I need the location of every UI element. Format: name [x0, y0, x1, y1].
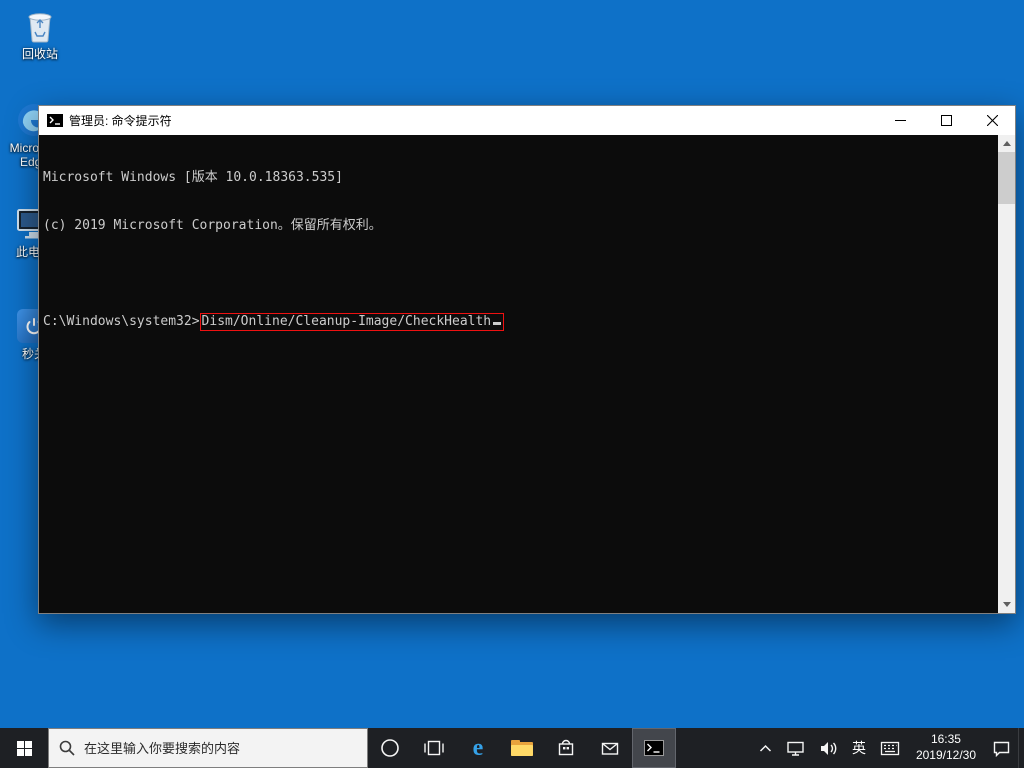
taskbar-search-box[interactable]	[48, 728, 368, 768]
system-tray: 英 16:35 2019/12/30	[752, 728, 1024, 768]
mail-icon	[601, 742, 619, 755]
maximize-button[interactable]	[923, 106, 969, 135]
cortana-button[interactable]	[368, 728, 412, 768]
windows-logo-icon	[16, 740, 32, 756]
input-language-indicator[interactable]: 英	[845, 728, 873, 768]
action-center-button[interactable]	[985, 728, 1018, 768]
desktop-icon-recycle-bin[interactable]: 回收站	[8, 8, 72, 61]
volume-button[interactable]	[812, 728, 845, 768]
start-button[interactable]	[0, 728, 48, 768]
cmd-icon	[644, 740, 664, 756]
edge-icon: e	[472, 735, 484, 761]
network-button[interactable]	[779, 728, 812, 768]
scrollbar-track[interactable]	[998, 152, 1015, 596]
notification-icon	[993, 741, 1010, 757]
window-title: 管理员: 命令提示符	[69, 114, 172, 128]
desktop: 回收站 Microsoft Edge 此电脑 秒关 管理员: 命令提示符 Mic…	[0, 0, 1024, 768]
console-line: Microsoft Windows [版本 10.0.18363.535]	[43, 170, 343, 185]
touch-keyboard-button[interactable]	[873, 728, 907, 768]
minimize-button[interactable]	[877, 106, 923, 135]
store-icon	[558, 739, 574, 756]
window-titlebar[interactable]: 管理员: 命令提示符	[39, 106, 1015, 135]
folder-icon	[511, 740, 533, 756]
cmd-app-icon	[47, 114, 63, 127]
scrollbar-up-arrow[interactable]	[998, 135, 1015, 152]
microsoft-store-button[interactable]	[544, 728, 588, 768]
mail-button[interactable]	[588, 728, 632, 768]
recycle-bin-icon	[22, 8, 58, 44]
clock[interactable]: 16:35 2019/12/30	[907, 728, 985, 768]
scrollbar-thumb[interactable]	[998, 152, 1015, 204]
speaker-icon	[820, 741, 837, 755]
desktop-icon-label: 回收站	[21, 47, 58, 61]
network-ethernet-icon	[787, 741, 804, 756]
task-view-button[interactable]	[412, 728, 456, 768]
scrollbar-down-arrow[interactable]	[998, 596, 1015, 613]
edge-taskbar-button[interactable]: e	[456, 728, 500, 768]
show-desktop-button[interactable]	[1018, 728, 1024, 768]
search-input[interactable]	[84, 740, 357, 756]
console-output[interactable]: Microsoft Windows [版本 10.0.18363.535] (c…	[39, 135, 1015, 613]
clock-date: 2019/12/30	[915, 748, 976, 762]
chevron-up-icon	[759, 744, 771, 752]
console-prompt-line: C:\Windows\system32> Dism/Online/Cleanup-…	[43, 313, 993, 331]
console-cursor	[493, 322, 502, 325]
close-button[interactable]	[969, 106, 1015, 135]
highlighted-command: Dism/Online/Cleanup-Image/CheckHealth	[199, 313, 505, 331]
clock-time: 16:35	[930, 732, 961, 747]
cortana-icon	[381, 739, 399, 757]
command-text: Dism/Online/Cleanup-Image/CheckHealth	[201, 314, 492, 329]
console-scrollbar[interactable]	[998, 135, 1015, 613]
task-view-icon	[424, 740, 444, 756]
command-prompt-window: 管理员: 命令提示符 Microsoft Windows [版本 10.0.18…	[38, 105, 1016, 614]
console-prompt: C:\Windows\system32>	[43, 314, 200, 329]
command-prompt-taskbar-button[interactable]	[632, 728, 676, 768]
tray-overflow-button[interactable]	[752, 728, 779, 768]
file-explorer-button[interactable]	[500, 728, 544, 768]
console-line: (c) 2019 Microsoft Corporation。保留所有权利。	[43, 218, 382, 233]
search-icon	[59, 740, 75, 756]
taskbar: e	[0, 728, 1024, 768]
keyboard-icon	[880, 741, 900, 755]
language-label: 英	[851, 740, 866, 756]
